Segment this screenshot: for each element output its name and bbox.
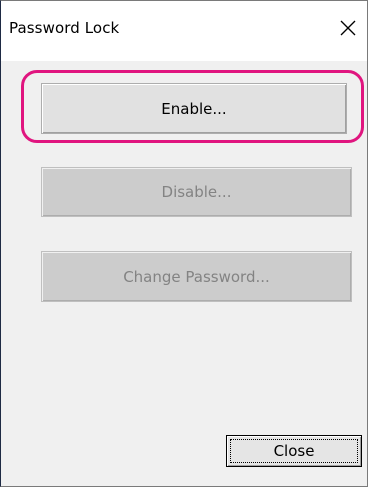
dialog-body: Enable... Disable... Change Password... … [1,61,367,486]
close-button[interactable]: Close [226,435,362,467]
disable-button-label: Disable... [161,183,232,201]
window-title: Password Lock [9,19,120,37]
title-bar: Password Lock [1,1,367,61]
disable-button[interactable]: Disable... [41,167,352,217]
close-button-label: Close [273,442,315,460]
change-password-button[interactable]: Change Password... [41,251,352,302]
close-icon[interactable] [335,15,361,41]
change-password-button-label: Change Password... [123,267,270,286]
enable-button[interactable]: Enable... [41,83,347,134]
enable-button-label: Enable... [161,99,227,118]
password-lock-dialog: Password Lock Enable... Disable... Chang… [0,0,368,487]
